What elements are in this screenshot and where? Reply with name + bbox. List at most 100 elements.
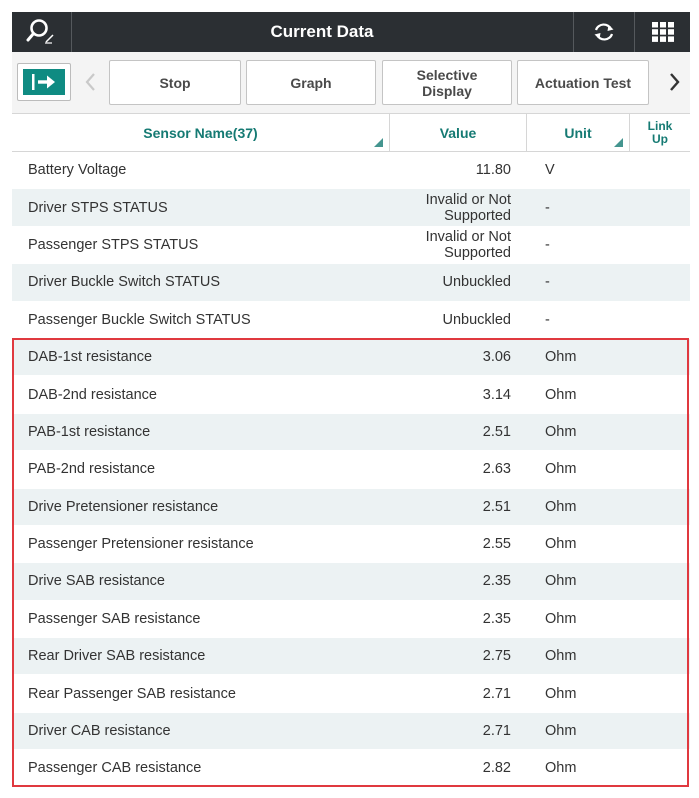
sensor-unit: Ohm [545,386,577,403]
table-row[interactable]: Rear Passenger SAB resistance 2.71 Ohm [12,675,690,713]
header-value: Value [390,114,527,152]
page-title: Current Data [270,22,374,41]
sort-icon [614,138,623,147]
sensor-name: Rear Passenger SAB resistance [28,685,236,702]
sensor-unit: Ohm [545,573,577,590]
exit-button[interactable] [17,63,71,101]
table-row[interactable]: Driver STPS STATUS Invalid or Not Suppor… [12,189,690,227]
sensor-unit: Ohm [545,723,577,740]
sensor-value: 2.35 [482,573,511,590]
graph-button[interactable]: Graph [246,60,376,105]
sensor-unit: Ohm [545,610,577,627]
table-row[interactable]: Passenger Pretensioner resistance 2.55 O… [12,526,690,564]
sensor-name: Driver CAB resistance [28,723,171,740]
refresh-icon [594,23,613,41]
sensor-name: Rear Driver SAB resistance [28,648,206,665]
actuation-test-button[interactable]: Actuation Test [517,60,649,105]
title-bar: Current Data [12,12,690,52]
sensor-unit: - [545,236,550,253]
sensor-value: 2.71 [482,723,511,740]
sensor-name: DAB-2nd resistance [28,386,157,403]
next-page-button[interactable] [662,67,688,97]
sensor-name: DAB-1st resistance [28,349,153,366]
sensor-unit: Ohm [545,461,577,478]
chevron-right-icon [670,73,680,91]
search-button[interactable] [12,12,72,52]
sensor-value: 2.51 [482,498,511,515]
sensor-unit: Ohm [545,423,577,440]
exit-arrow-icon [32,74,55,90]
sensor-value: 3.14 [482,386,511,403]
table-row[interactable]: Driver Buckle Switch STATUS Unbuckled - [12,264,690,302]
selective-display-button[interactable]: Selective Display [382,60,512,105]
prev-page-button[interactable] [78,67,104,97]
table-row[interactable]: Passenger CAB resistance 2.82 Ohm [12,750,690,788]
sensor-value: 2.63 [482,461,511,478]
header-value-label: Value [439,125,477,141]
table-row[interactable]: Battery Voltage 11.80 V [12,152,690,190]
sensor-name: Driver Buckle Switch STATUS [28,274,221,291]
table-row[interactable]: Driver CAB resistance 2.71 Ohm [12,712,690,751]
sensor-value: 2.35 [482,610,511,627]
chevron-left-icon [85,73,95,91]
sensor-value: Unbuckled [442,311,511,328]
stop-button[interactable]: Stop [109,60,241,105]
sensor-name: PAB-1st resistance [28,423,151,440]
table-row[interactable]: DAB-1st resistance 3.06 Ohm [12,338,690,377]
sensor-unit: Ohm [545,760,577,777]
sensor-value: 3.06 [482,349,511,366]
sensor-unit: V [545,162,555,179]
header-sensor-name[interactable]: Sensor Name(37) [12,114,390,152]
table-row[interactable]: Passenger STPS STATUS Invalid or Not Sup… [12,227,690,265]
sensor-value: 2.82 [482,760,511,777]
header-unit[interactable]: Unit [527,114,630,152]
header-sensor-name-label: Sensor Name(37) [143,125,258,141]
sensor-table: Battery Voltage 11.80 V Driver STPS STAT… [12,152,690,788]
sensor-value: Invalid or Not Supported [425,228,511,261]
table-row[interactable]: Passenger Buckle Switch STATUS Unbuckled… [12,302,690,339]
sensor-name: Drive SAB resistance [28,573,165,590]
table-row[interactable]: DAB-2nd resistance 3.14 Ohm [12,376,690,414]
sensor-unit: Ohm [545,536,577,553]
exit-button-face [23,69,65,95]
header-unit-label: Unit [564,125,592,141]
table-row[interactable]: PAB-2nd resistance 2.63 Ohm [12,451,690,489]
table-row[interactable]: Passenger SAB resistance 2.35 Ohm [12,601,690,639]
refresh-button[interactable] [573,12,633,52]
sensor-value: 2.75 [482,648,511,665]
sensor-name: Drive Pretensioner resistance [28,498,219,515]
table-row[interactable]: PAB-1st resistance 2.51 Ohm [12,413,690,452]
sensor-unit: - [545,274,550,291]
sensor-unit: Ohm [545,498,577,515]
sensor-unit: - [545,199,550,216]
sensor-name: Passenger SAB resistance [28,610,201,627]
sensor-name: Battery Voltage [28,162,127,179]
header-link-up[interactable]: Link Up [630,114,690,152]
sensor-name: Passenger CAB resistance [28,760,202,777]
sensor-value: Invalid or Not Supported [425,191,511,224]
table-row[interactable]: Drive Pretensioner resistance 2.51 Ohm [12,488,690,526]
sensor-value: 2.55 [482,536,511,553]
sensor-value: 11.80 [475,162,511,179]
search-edit-icon [26,19,54,44]
sensor-name: Passenger Pretensioner resistance [28,536,254,553]
sensor-unit: Ohm [545,648,577,665]
table-row[interactable]: Drive SAB resistance 2.35 Ohm [12,563,690,601]
sensor-name: Passenger STPS STATUS [28,236,199,253]
sensor-value: Unbuckled [442,274,511,291]
sensor-unit: - [545,311,550,328]
toolbar: Stop Graph Selective Display Actuation T… [12,52,690,114]
sensor-name: PAB-2nd resistance [28,461,156,478]
sensor-name: Passenger Buckle Switch STATUS [28,311,251,328]
table-header: Sensor Name(37) Value Unit Link Up [12,114,690,152]
sensor-value: 2.71 [482,685,511,702]
table-row[interactable]: Rear Driver SAB resistance 2.75 Ohm [12,638,690,676]
sort-icon [374,138,383,147]
header-link-up-label: Link Up [647,119,673,146]
sensor-unit: Ohm [545,685,577,702]
grid-menu-icon [651,22,674,42]
sensor-value: 2.51 [482,423,511,440]
sensor-unit: Ohm [545,349,577,366]
menu-button[interactable] [634,12,690,52]
sensor-name: Driver STPS STATUS [28,199,168,216]
